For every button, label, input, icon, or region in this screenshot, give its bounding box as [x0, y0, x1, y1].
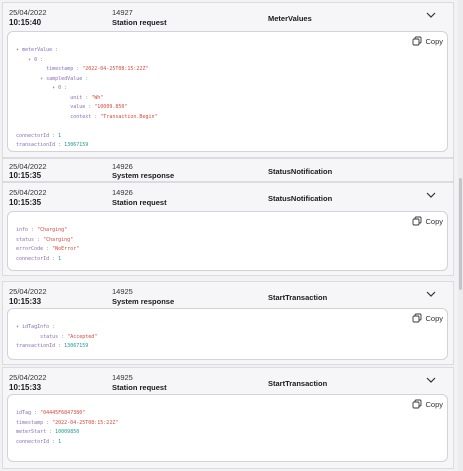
json-viewer: idTag : "04445F6847380" timestamp : "202… — [16, 410, 119, 445]
entry-direction: Station request — [112, 198, 167, 207]
entry-date: 25/04/2022 — [9, 373, 47, 382]
copy-icon — [413, 399, 422, 409]
json-key: context — [70, 113, 92, 120]
json-key: sampledValue — [46, 75, 83, 82]
copy-label: Copy — [425, 313, 443, 323]
copy-label: Copy — [425, 216, 443, 226]
entry-date: 25/04/2022 — [9, 188, 47, 197]
copy-button[interactable]: Copy — [412, 216, 443, 226]
json-string: "2022-04-25T08:15:22Z" — [52, 419, 119, 426]
entry-time: 10:15:33 — [9, 383, 42, 392]
payload-card: Copy info : "Charging" status : "Chargin… — [7, 211, 448, 271]
entry-date: 25/04/2022 — [9, 162, 47, 171]
entry-header[interactable]: 25/04/2022 10:15:35 14926 Station reques… — [3, 183, 453, 211]
json-string: "Charging" — [43, 236, 74, 243]
log-entry-metervalues: 25/04/2022 10:15:40 14927 Station reques… — [2, 2, 454, 158]
chevron-down-icon[interactable] — [425, 190, 437, 200]
entry-header[interactable]: 25/04/2022 10:15:40 14927 Station reques… — [3, 3, 453, 31]
json-string: "Accepted" — [67, 333, 98, 340]
json-string: "04445F6847380" — [40, 410, 86, 416]
json-key: meterStart — [16, 429, 47, 435]
json-key: value — [70, 104, 86, 110]
json-number: 1 — [58, 255, 62, 262]
scrollbar-thumb[interactable] — [459, 178, 462, 290]
chevron-down-icon[interactable] — [425, 375, 437, 385]
json-number: 13067159 — [64, 142, 89, 148]
entry-direction: Station request — [112, 383, 167, 392]
copy-button[interactable]: Copy — [412, 313, 443, 323]
chevron-down-icon[interactable] — [425, 10, 437, 20]
entry-id: 14926 — [112, 188, 133, 197]
payload-card: Copy ▾ meterValue : ▾ 0 : timestamp : "2… — [7, 31, 448, 152]
json-string: "10009.850" — [94, 104, 128, 110]
json-key: meterValue — [22, 47, 53, 53]
json-key: status — [40, 333, 59, 340]
entry-action: StartTransaction — [268, 379, 328, 388]
json-key: errorCode — [16, 246, 44, 252]
payload-card: Copy ▾ idTagInfo : status : "Accepted" t… — [7, 308, 448, 360]
entry-header[interactable]: 25/04/2022 10:15:35 14926 System respons… — [3, 159, 453, 183]
entry-header[interactable]: 25/04/2022 10:15:33 14925 System respons… — [3, 282, 453, 310]
json-key: info — [16, 227, 29, 233]
copy-icon — [413, 313, 422, 323]
entry-time: 10:15:35 — [9, 198, 42, 207]
entry-date: 25/04/2022 — [9, 287, 47, 296]
json-key: unit — [70, 94, 83, 101]
entry-direction: System response — [112, 171, 175, 180]
json-key: connectorId — [16, 438, 50, 445]
copy-icon — [413, 36, 422, 46]
chevron-down-icon[interactable] — [425, 289, 437, 299]
copy-icon — [413, 216, 422, 226]
entry-action: StatusNotification — [268, 167, 333, 176]
json-key: timestamp — [16, 419, 44, 426]
json-viewer: ▾ meterValue : ▾ 0 : timestamp : "2022-0… — [16, 47, 158, 148]
entry-id: 14926 — [112, 162, 133, 171]
entry-time: 10:15:40 — [9, 18, 42, 27]
json-key: idTag — [16, 410, 32, 416]
entry-time: 10:15:33 — [9, 297, 42, 306]
copy-button[interactable]: Copy — [412, 36, 443, 46]
json-number: 1 — [58, 438, 62, 445]
json-viewer: info : "Charging" status : "Charging" er… — [16, 227, 80, 262]
message-log: 25/04/2022 10:15:40 14927 Station reques… — [0, 0, 463, 471]
log-entry-starttransaction-response: 25/04/2022 10:15:33 14925 System respons… — [2, 281, 454, 365]
entry-id: 14927 — [112, 8, 133, 17]
entry-time: 10:15:35 — [9, 171, 42, 180]
json-key: connectorId — [16, 132, 50, 139]
copy-label: Copy — [425, 36, 443, 46]
json-key: idTagInfo — [22, 324, 50, 330]
entry-header[interactable]: 25/04/2022 10:15:33 14925 Station reques… — [3, 368, 453, 396]
entry-id: 14925 — [112, 373, 133, 382]
payload-card: Copy idTag : "04445F6847380" timestamp :… — [7, 394, 448, 462]
entry-action: StatusNotification — [268, 194, 333, 203]
json-number: 13067159 — [64, 343, 89, 349]
copy-label: Copy — [425, 399, 443, 409]
entry-direction: System response — [112, 297, 175, 306]
json-key: transactionId — [16, 142, 56, 148]
log-entry-starttransaction: 25/04/2022 10:15:33 14925 Station reques… — [2, 367, 454, 469]
json-key: timestamp — [46, 66, 74, 72]
copy-button[interactable]: Copy — [412, 399, 443, 409]
json-number: 10009850 — [55, 429, 80, 435]
entry-action: StartTransaction — [268, 293, 328, 302]
json-key: connectorId — [16, 255, 50, 262]
json-viewer: ▾ idTagInfo : status : "Accepted" transa… — [16, 324, 98, 349]
entry-direction: Station request — [112, 18, 167, 27]
json-key: status — [16, 236, 35, 243]
entry-id: 14925 — [112, 287, 133, 296]
entry-date: 25/04/2022 — [9, 8, 47, 17]
json-string: "2022-04-25T08:15:22Z" — [82, 66, 149, 72]
log-entry-statusnotification-response[interactable]: 25/04/2022 10:15:35 14926 System respons… — [2, 158, 454, 182]
json-key: transactionId — [16, 343, 56, 349]
entry-action: MeterValues — [268, 14, 312, 23]
json-string: "Charging" — [37, 227, 68, 233]
scrollbar[interactable] — [458, 0, 463, 471]
json-number: 1 — [58, 132, 62, 139]
json-string: "NoError" — [52, 246, 80, 252]
log-entry-statusnotification: 25/04/2022 10:15:35 14926 Station reques… — [2, 182, 454, 276]
json-string: "Wh" — [91, 94, 104, 101]
json-string: "Transaction.Begin" — [100, 113, 158, 120]
